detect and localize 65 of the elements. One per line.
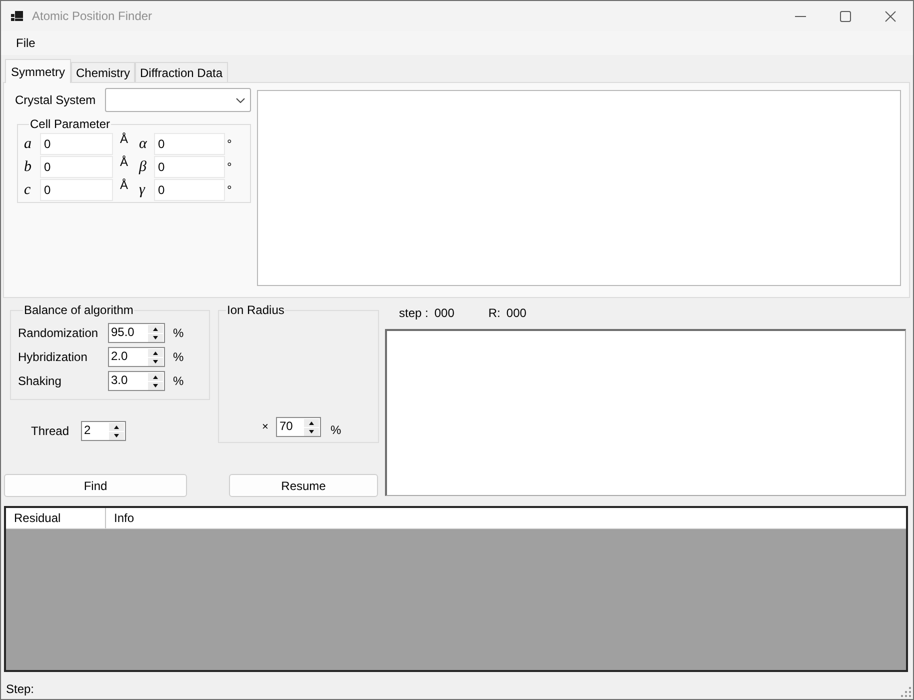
caret-up-icon[interactable]: [148, 373, 163, 381]
unit-label: °: [227, 138, 232, 150]
window-title: Atomic Position Finder: [32, 9, 152, 23]
r-label: R:: [488, 306, 500, 320]
tab[interactable]: Diffraction Data: [135, 62, 228, 82]
step-label: step :: [399, 306, 428, 320]
parameter-label: Shaking: [18, 374, 62, 388]
tab[interactable]: Chemistry: [71, 62, 136, 82]
parameter-symbol: γ: [139, 182, 146, 198]
action-button[interactable]: Find: [4, 474, 187, 497]
text-field[interactable]: 0: [40, 132, 113, 154]
text-field[interactable]: 0: [154, 178, 226, 200]
menu-item[interactable]: File: [10, 34, 42, 52]
caret-up-icon[interactable]: [304, 419, 320, 427]
group-title: Balance of algorithm: [23, 303, 134, 317]
number-field[interactable]: 2: [81, 421, 126, 441]
parameter-label: Hybridization: [18, 350, 88, 364]
number-field[interactable]: 95.0: [108, 323, 165, 343]
field-label: Crystal System: [15, 93, 97, 107]
caret-down-icon[interactable]: [304, 428, 320, 436]
field-label: Thread: [31, 424, 70, 438]
parameter-symbol: β: [139, 158, 148, 174]
unit-label: %: [173, 350, 184, 364]
unit-label: %: [330, 423, 342, 437]
unit-label: Å: [120, 156, 128, 168]
close-icon[interactable]: [885, 10, 896, 22]
unit-label: %: [173, 326, 184, 340]
unit-label: %: [173, 374, 184, 388]
text-field[interactable]: 0: [40, 178, 113, 200]
action-button[interactable]: Resume: [229, 474, 378, 497]
number-field[interactable]: 3.0: [108, 371, 165, 391]
chevron-down-icon: [236, 98, 245, 102]
step-value: 000: [434, 306, 454, 320]
r-value: 000: [506, 306, 526, 320]
caret-down-icon[interactable]: [109, 432, 124, 440]
column-header[interactable]: Residual: [6, 508, 106, 529]
unit-label: °: [227, 160, 232, 172]
caret-up-icon[interactable]: [109, 423, 124, 431]
text-field[interactable]: 0: [40, 156, 113, 178]
app-icon: [11, 11, 23, 21]
parameter-symbol: α: [139, 136, 148, 152]
maximize-icon[interactable]: [840, 10, 851, 22]
number-field[interactable]: 2.0: [108, 347, 165, 367]
parameter-label: Randomization: [18, 326, 100, 340]
group-title: Ion Radius: [226, 303, 286, 317]
unit-label: Å: [120, 179, 128, 191]
caret-down-icon[interactable]: [148, 382, 163, 390]
caret-down-icon[interactable]: [148, 334, 163, 342]
status-text: Step:: [6, 682, 34, 696]
caret-up-icon[interactable]: [148, 349, 163, 357]
text-field[interactable]: 0: [154, 156, 226, 178]
text-field[interactable]: 0: [154, 132, 226, 154]
tab[interactable]: Symmetry: [5, 59, 71, 83]
number-field[interactable]: 70: [276, 417, 322, 437]
column-header[interactable]: Info: [106, 508, 906, 529]
unit-label: °: [227, 184, 232, 196]
caret-up-icon[interactable]: [148, 325, 163, 333]
parameter-symbol: b: [24, 158, 32, 174]
caret-down-icon[interactable]: [148, 358, 163, 366]
parameter-symbol: c: [24, 182, 32, 198]
group-title: Cell Parameter: [29, 117, 112, 131]
multiplier-sign: ×: [262, 420, 268, 434]
unit-label: Å: [120, 133, 128, 145]
parameter-symbol: a: [24, 136, 32, 152]
resize-grip-icon[interactable]: [901, 687, 911, 697]
